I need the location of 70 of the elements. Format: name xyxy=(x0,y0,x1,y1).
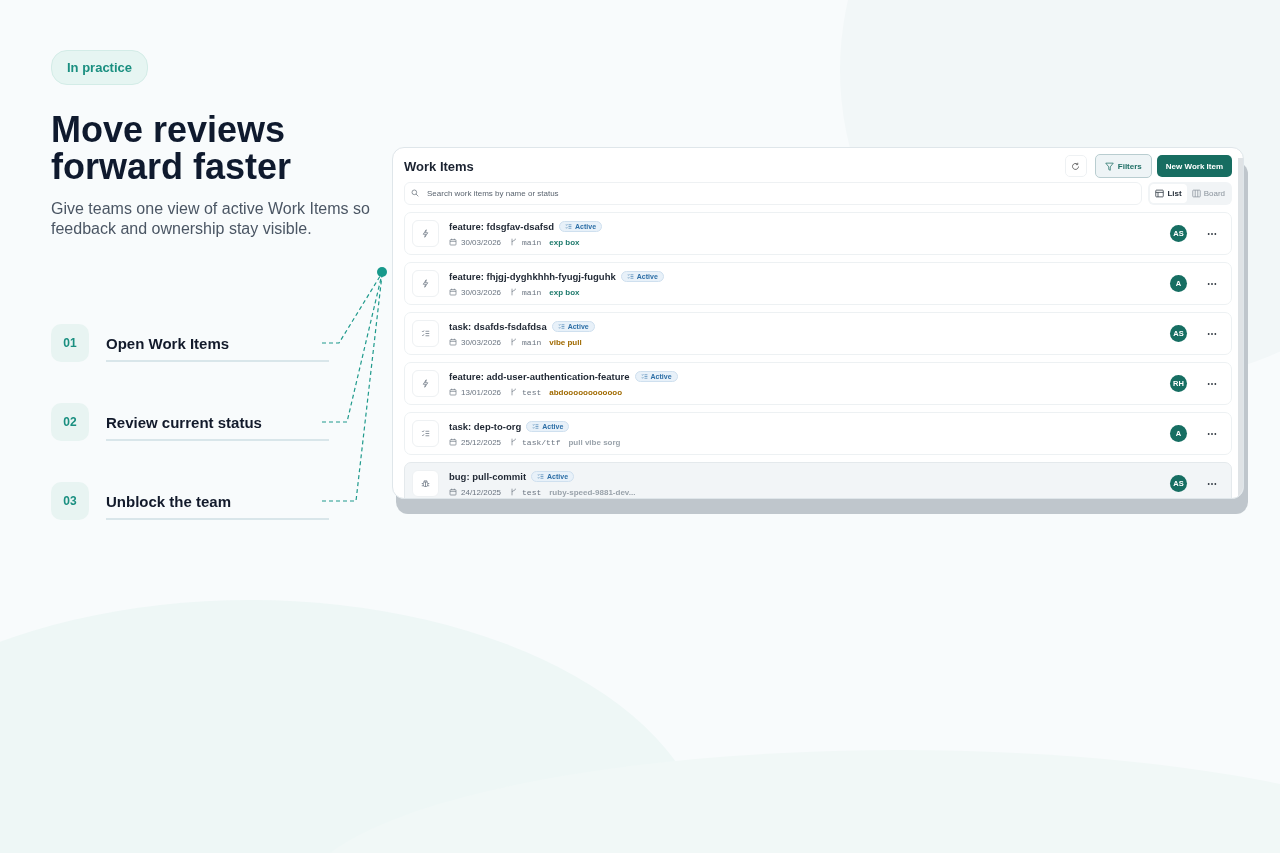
item-date: 30/03/2026 xyxy=(461,287,502,297)
lightning-icon xyxy=(421,379,430,388)
headline: Move reviews forward faster xyxy=(51,111,293,185)
section-badge: In practice xyxy=(51,50,149,85)
checklist-icon xyxy=(532,422,540,430)
new-work-item-button[interactable]: New Work Item xyxy=(1156,155,1232,177)
work-item-title: feature: add-user-authentication-feature xyxy=(449,370,630,382)
filter-icon xyxy=(1104,161,1114,171)
search-field[interactable]: Search work items by name or status xyxy=(404,182,1143,205)
step-label: Unblock the team xyxy=(106,493,232,510)
branch-icon xyxy=(510,488,519,496)
step-number: 01 xyxy=(51,324,89,362)
branch-name: test xyxy=(522,487,542,497)
checklist-icon xyxy=(640,372,648,380)
work-item-title: feature: fdsgfav-dsafsd xyxy=(449,220,555,232)
page-title: Work Items xyxy=(404,158,475,174)
view-tab[interactable]: List xyxy=(1150,184,1187,203)
step-number: 02 xyxy=(51,403,89,441)
branch-name: main xyxy=(522,237,542,247)
item-date: 25/12/2025 xyxy=(461,437,502,447)
branch-name: main xyxy=(522,337,542,347)
refresh-button[interactable] xyxy=(1064,155,1087,177)
item-tag: abdoooooooooooo xyxy=(549,387,623,397)
item-date: 30/03/2026 xyxy=(461,237,502,247)
calendar-icon xyxy=(449,388,457,396)
checklist-icon xyxy=(565,222,573,230)
calendar-icon xyxy=(449,238,457,246)
branch-icon xyxy=(510,238,519,246)
step-label: Open Work Items xyxy=(106,335,230,352)
checklist-icon xyxy=(537,472,545,480)
checklist-icon xyxy=(626,272,634,280)
calendar-icon xyxy=(449,438,457,446)
scrollbar[interactable] xyxy=(1238,158,1243,498)
search-icon xyxy=(411,189,419,197)
refresh-icon xyxy=(1071,161,1081,171)
item-tag: vibe pull xyxy=(549,337,582,347)
branch-icon xyxy=(510,338,519,346)
branch-name: task/ttf xyxy=(522,437,561,447)
lightning-icon xyxy=(421,279,430,288)
item-date: 30/03/2026 xyxy=(461,337,502,347)
checklist-icon xyxy=(421,429,430,438)
branch-name: main xyxy=(522,287,542,297)
filters-button[interactable]: Filters xyxy=(1094,154,1152,178)
bug-icon xyxy=(421,479,430,488)
item-tag: pull vibe sorg xyxy=(568,437,621,447)
table-icon xyxy=(1155,189,1165,198)
branch-icon xyxy=(510,288,519,296)
intro-text: Give teams one view of active Work Items so feedback and ownership stay visible. xyxy=(51,199,371,239)
work-item-title: bug: pull-commit xyxy=(449,470,527,482)
step-label: Review current status xyxy=(106,414,262,431)
step-number: 03 xyxy=(51,482,89,520)
branch-icon xyxy=(510,438,519,446)
work-item-title: task: dsafds-fsdafdsa xyxy=(449,320,547,332)
item-tag: exp box xyxy=(549,287,580,297)
calendar-icon xyxy=(449,338,457,346)
item-date: 13/01/2026 xyxy=(461,387,502,397)
work-item-title: task: dep-to-org xyxy=(449,420,522,432)
columns-icon xyxy=(1191,189,1201,198)
checklist-icon xyxy=(557,322,565,330)
item-tag: exp box xyxy=(549,237,580,247)
calendar-icon xyxy=(449,288,457,296)
item-tag: ruby-speed-9881-dev... xyxy=(549,487,636,497)
branch-name: test xyxy=(522,387,542,397)
calendar-icon xyxy=(449,488,457,496)
lightning-icon xyxy=(421,229,430,238)
item-date: 24/12/2025 xyxy=(461,487,502,497)
checklist-icon xyxy=(421,329,430,338)
work-item-title: feature: fhjgj-dyghkhhh-fyugj-fuguhk xyxy=(449,270,616,282)
connector-dot xyxy=(377,267,387,277)
branch-icon xyxy=(510,388,519,396)
